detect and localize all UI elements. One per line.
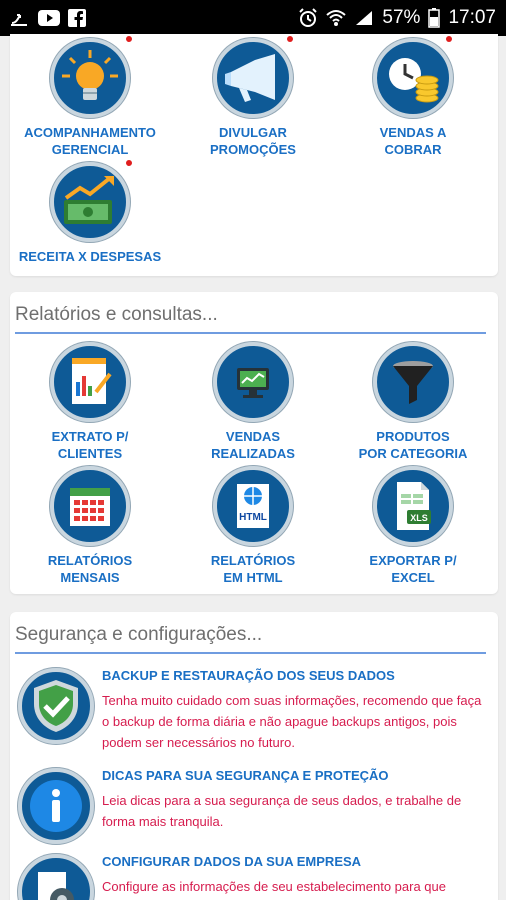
tile-label-line1: VENDAS — [225, 429, 281, 444]
monitor-sales-icon — [213, 342, 293, 422]
section-title: Relatórios e consultas... — [15, 304, 218, 325]
list-item-configurar-empresa[interactable]: CONFIGURAR DADOS DA SUA EMPRESA Configur… — [10, 854, 498, 900]
tile-label-line2: POR CATEGORIA — [358, 446, 468, 461]
section-title: Segurança e configurações... — [15, 624, 263, 645]
alarm-icon — [298, 8, 318, 28]
tile-label-line2: EM HTML — [223, 570, 283, 585]
section-divider — [15, 332, 486, 334]
status-left — [10, 9, 86, 27]
tile-relatorios-mensais[interactable]: RELATÓRIOS MENSAIS — [15, 466, 165, 586]
tile-relatorios-em-html[interactable]: HTML RELATÓRIOS EM HTML — [178, 466, 328, 586]
tile-label-line1: RECEITA X DESPESAS — [18, 249, 162, 264]
svg-text:XLS: XLS — [410, 513, 428, 523]
status-time: 17:07 — [448, 7, 496, 28]
xls-file-icon: XLS — [373, 466, 453, 546]
quick-actions-card: ACOMPANHAMENTO GERENCIAL DIVULGAR PROMOÇ… — [10, 34, 498, 276]
tile-label-line1: DIVULGAR — [219, 125, 287, 140]
reports-card: Relatórios e consultas... EXTRATO P/ CLI… — [10, 292, 498, 594]
settings-gear-icon — [18, 854, 94, 900]
status-bar: 57% 17:07 — [0, 0, 506, 36]
upload-icon — [10, 9, 30, 27]
list-item-description: Tenha muito cuidado com suas informações… — [102, 693, 482, 750]
facebook-icon — [68, 9, 86, 27]
notification-dot — [287, 36, 293, 42]
money-chart-icon — [50, 162, 130, 242]
list-item-title: CONFIGURAR DADOS DA SUA EMPRESA — [102, 854, 362, 869]
tile-label-line1: EXTRATO P/ — [51, 429, 129, 444]
tile-receita-x-despesas[interactable]: RECEITA X DESPESAS — [15, 162, 165, 265]
tile-label-line2: PROMOÇÕES — [210, 142, 296, 157]
wifi-icon — [326, 9, 347, 27]
info-icon — [18, 768, 94, 844]
funnel-icon — [373, 342, 453, 422]
tile-label-line2: CLIENTES — [57, 446, 123, 461]
notification-dot — [126, 160, 132, 166]
shield-check-icon — [18, 668, 94, 744]
report-chart-icon — [50, 342, 130, 422]
signal-icon — [354, 9, 374, 27]
tile-label-line2: GERENCIAL — [51, 142, 129, 157]
tile-label-line2: COBRAR — [384, 142, 442, 157]
lightbulb-icon — [50, 38, 130, 118]
youtube-icon — [38, 10, 60, 26]
list-item-description: Configure as informações de seu estabele… — [102, 879, 446, 894]
tile-label-line1: EXPORTAR P/ — [369, 553, 457, 568]
tile-label-line1: VENDAS A — [379, 125, 447, 140]
tile-label-line1: RELATÓRIOS — [210, 553, 296, 568]
tile-label-line1: ACOMPANHAMENTO — [24, 125, 156, 140]
html-globe-icon: HTML — [213, 466, 293, 546]
megaphone-icon — [213, 38, 293, 118]
list-item-backup[interactable]: BACKUP E RESTAURAÇÃO DOS SEUS DADOS Tenh… — [10, 668, 498, 752]
battery-icon — [428, 8, 441, 28]
tile-vendas-a-cobrar[interactable]: VENDAS A COBRAR — [338, 38, 488, 158]
list-item-description: Leia dicas para a sua segurança de seus … — [102, 793, 462, 829]
tile-divulgar-promocoes[interactable]: DIVULGAR PROMOÇÕES — [178, 38, 328, 158]
tile-extrato-clientes[interactable]: EXTRATO P/ CLIENTES — [15, 342, 165, 462]
notification-dot — [126, 36, 132, 42]
tile-label-line1: PRODUTOS — [376, 429, 450, 444]
list-item-title: BACKUP E RESTAURAÇÃO DOS SEUS DADOS — [102, 668, 395, 683]
calendar-icon — [50, 466, 130, 546]
battery-percent: 57% — [382, 7, 421, 28]
tile-label-line2: REALIZADAS — [211, 446, 295, 461]
status-right: 57% 17:07 — [298, 7, 496, 29]
list-item-dicas[interactable]: DICAS PARA SUA SEGURANÇA E PROTEÇÃO Leia… — [10, 768, 498, 852]
svg-text:HTML: HTML — [239, 512, 267, 523]
security-card: Segurança e configurações... BACKUP E RE… — [10, 612, 498, 900]
clock-coins-icon — [373, 38, 453, 118]
list-item-title: DICAS PARA SUA SEGURANÇA E PROTEÇÃO — [102, 768, 389, 783]
tile-label-line1: RELATÓRIOS — [47, 553, 133, 568]
tile-exportar-excel[interactable]: XLS EXPORTAR P/ EXCEL — [338, 466, 488, 586]
section-divider — [15, 652, 486, 654]
tile-acompanhamento-gerencial[interactable]: ACOMPANHAMENTO GERENCIAL — [15, 38, 165, 158]
tile-label-line2: EXCEL — [391, 570, 435, 585]
tile-produtos-por-categoria[interactable]: PRODUTOS POR CATEGORIA — [338, 342, 488, 462]
tile-vendas-realizadas[interactable]: VENDAS REALIZADAS — [178, 342, 328, 462]
notification-dot — [446, 36, 452, 42]
tile-label-line2: MENSAIS — [60, 570, 120, 585]
